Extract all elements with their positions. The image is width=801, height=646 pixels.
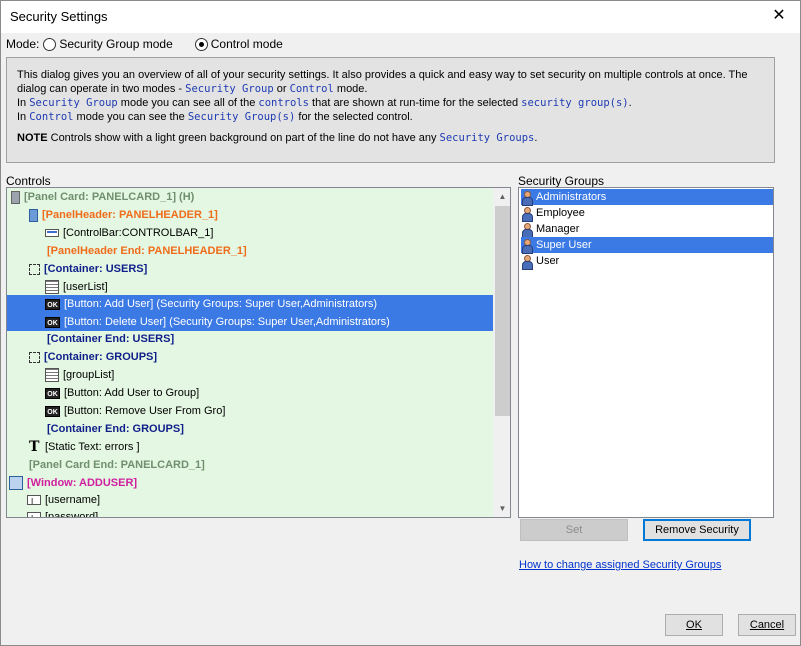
button-icon: OK: [45, 298, 60, 310]
controls-label: Controls: [6, 174, 51, 188]
cancel-button[interactable]: Cancel: [738, 614, 796, 636]
tree-node-password[interactable]: [password]: [27, 508, 98, 517]
ok-button[interactable]: OK: [665, 614, 723, 636]
control-bar-icon: [45, 229, 59, 237]
info-panel: This dialog gives you an overview of all…: [6, 57, 775, 163]
security-group-super-user[interactable]: Super User: [521, 237, 773, 254]
tree-node-userlist[interactable]: [userList]: [45, 278, 108, 296]
static-text-icon: T: [29, 439, 40, 455]
tree-node-delete-user-button[interactable]: OK [Button: Delete User] (Security Group…: [45, 313, 390, 331]
info-note: NOTE Controls show with a light green ba…: [17, 132, 538, 144]
user-icon: [521, 222, 533, 238]
user-icon: [521, 254, 533, 270]
list-grid-icon: [45, 368, 59, 382]
close-icon[interactable]: ✕: [764, 3, 794, 29]
user-icon: [521, 238, 533, 254]
control-mode-radio[interactable]: Control mode: [194, 37, 283, 51]
scroll-up-arrow-icon[interactable]: ▲: [494, 188, 510, 205]
controls-scrollbar[interactable]: ▲ ▼: [493, 188, 510, 517]
tree-node-static-text[interactable]: T [Static Text: errors ]: [29, 438, 140, 456]
security-groups-list[interactable]: Administrators Employee Manager Super Us…: [518, 187, 774, 518]
tree-node-add-user-button[interactable]: OK [Button: Add User] (Security Groups: …: [45, 295, 378, 313]
radio-label-security-group-mode: Security Group mode: [59, 37, 173, 51]
text-field-icon: [27, 493, 41, 511]
info-line-3: In Security Group mode you can see all o…: [17, 97, 632, 109]
radio-label-control-mode: Control mode: [210, 37, 283, 51]
tree-node-username[interactable]: [username]: [27, 491, 100, 511]
scroll-thumb[interactable]: [495, 206, 510, 416]
radio-checked-icon: [194, 37, 208, 51]
help-link[interactable]: How to change assigned Security Groups: [519, 559, 721, 571]
tree-node-container-users-end[interactable]: [Container End: USERS]: [47, 330, 174, 348]
button-icon: OK: [45, 316, 60, 328]
container-icon: [29, 263, 40, 275]
window-title: Security Settings: [10, 9, 108, 24]
user-icon: [521, 190, 533, 206]
list-grid-icon: [45, 280, 59, 294]
container-icon: [29, 351, 40, 363]
text-field-icon: [27, 510, 41, 517]
security-groups-label: Security Groups: [518, 174, 605, 188]
mode-label: Mode:: [6, 37, 40, 51]
tree-node-control-bar[interactable]: [ControlBar:CONTROLBAR_1]: [45, 224, 213, 242]
button-icon: OK: [45, 405, 60, 417]
tree-node-panel-header[interactable]: [PanelHeader: PANELHEADER_1]: [29, 206, 218, 224]
tree-node-container-groups[interactable]: [Container: GROUPS]: [29, 348, 157, 366]
scroll-down-arrow-icon[interactable]: ▼: [494, 500, 510, 517]
title-bar: Security Settings ✕: [1, 1, 800, 33]
controls-tree-viewport: [Panel Card: PANELCARD_1] (H) [PanelHead…: [7, 188, 494, 517]
controls-tree[interactable]: [Panel Card: PANELCARD_1] (H) [PanelHead…: [6, 187, 511, 518]
mode-selector: Mode: Security Group mode Control mode: [6, 36, 305, 52]
security-group-administrators[interactable]: Administrators: [521, 189, 773, 206]
info-line-2: dialog can operate in two modes - Securi…: [17, 83, 368, 95]
tree-node-container-groups-end[interactable]: [Container End: GROUPS]: [47, 420, 184, 438]
tree-node-panel-header-end[interactable]: [PanelHeader End: PANELHEADER_1]: [47, 242, 247, 260]
window-icon: [9, 476, 23, 490]
panel-card-icon: [11, 190, 20, 204]
info-line-4: In Control mode you can see the Security…: [17, 111, 413, 123]
user-icon: [521, 206, 533, 222]
tree-node-panel-card[interactable]: [Panel Card: PANELCARD_1] (H): [11, 188, 194, 206]
info-line-1: This dialog gives you an overview of all…: [17, 69, 748, 81]
radio-unchecked-icon: [43, 37, 57, 51]
remove-security-button[interactable]: Remove Security: [643, 519, 751, 541]
set-button[interactable]: Set: [520, 519, 628, 541]
security-group-user[interactable]: User: [521, 253, 773, 270]
security-settings-dialog: Security Settings ✕ Mode: Security Group…: [0, 0, 801, 646]
security-group-mode-radio[interactable]: Security Group mode: [43, 37, 173, 51]
tree-node-add-user-to-group-button[interactable]: OK [Button: Add User to Group]: [45, 384, 199, 402]
tree-node-container-users[interactable]: [Container: USERS]: [29, 260, 147, 278]
button-icon: OK: [45, 387, 60, 399]
tree-node-panel-card-end[interactable]: [Panel Card End: PANELCARD_1]: [29, 456, 205, 474]
tree-node-remove-user-from-group-button[interactable]: OK [Button: Remove User From Gro]: [45, 402, 225, 420]
tree-node-grouplist[interactable]: [groupList]: [45, 366, 114, 384]
security-group-employee[interactable]: Employee: [521, 205, 773, 222]
tree-node-window-adduser[interactable]: [Window: ADDUSER]: [9, 474, 137, 492]
security-group-manager[interactable]: Manager: [521, 221, 773, 238]
panel-header-icon: [29, 208, 38, 222]
